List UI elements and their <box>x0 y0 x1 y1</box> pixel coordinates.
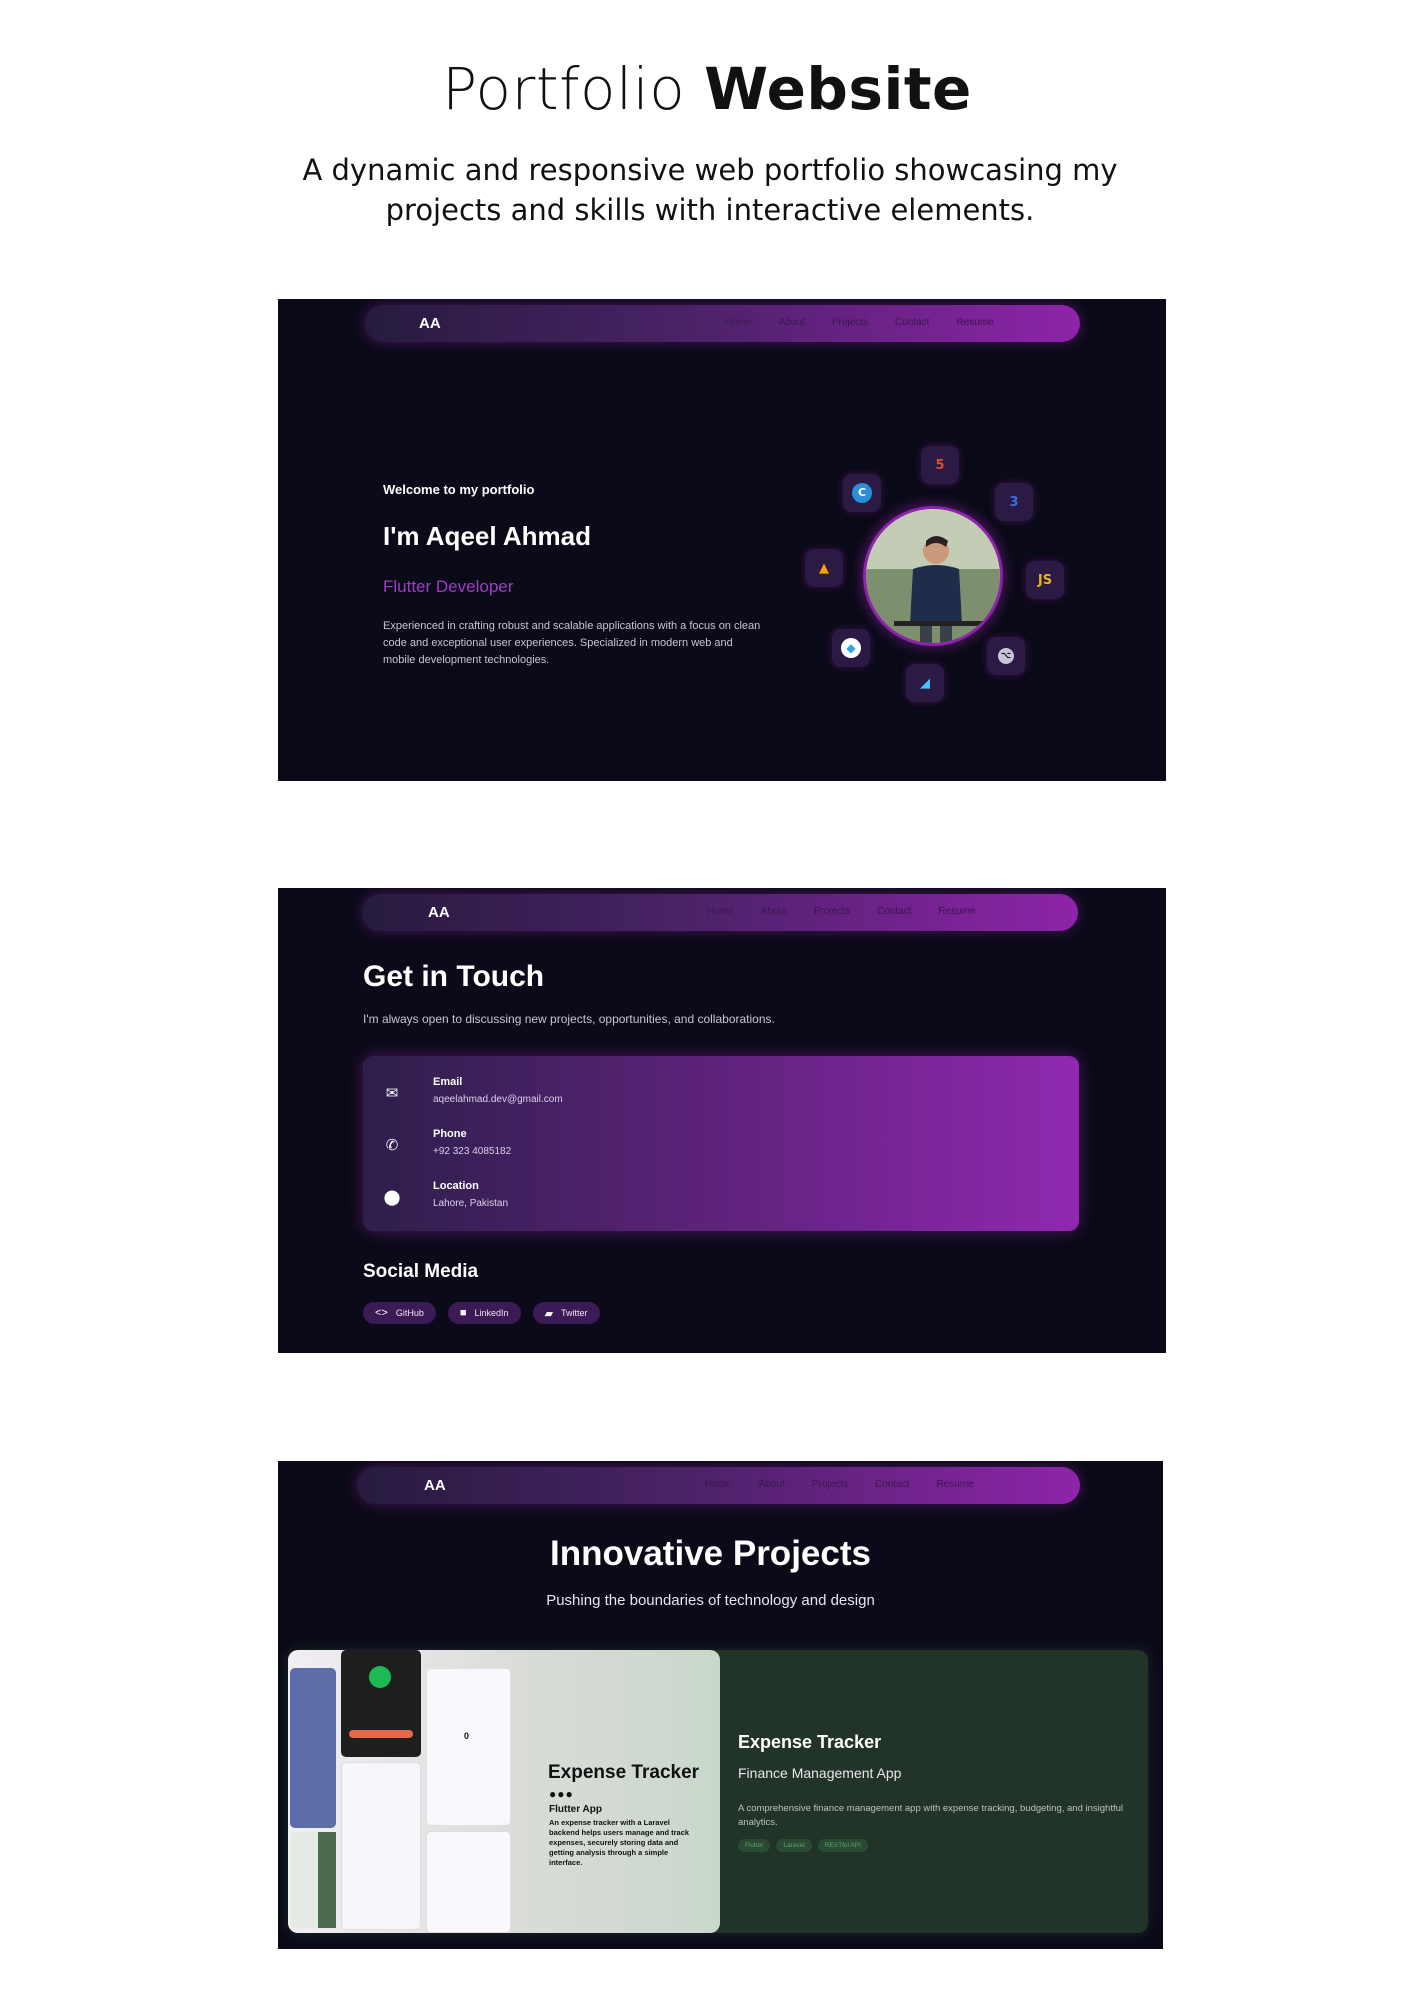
logo[interactable]: AA <box>428 904 450 921</box>
image-project-description: An expense tracker with a Laravel backen… <box>549 1818 690 1867</box>
chat-icon: ▰ <box>544 1307 554 1320</box>
social-title: Social Media <box>363 1261 479 1282</box>
nav-contact[interactable]: Contact <box>875 1479 909 1490</box>
nav-resume[interactable]: Resume <box>938 906 975 917</box>
linkedin-label: LinkedIn <box>474 1308 509 1318</box>
social-links: <> GitHub ■ LinkedIn ▰ Twitter <box>363 1302 600 1324</box>
project-kind: Finance Management App <box>738 1765 902 1781</box>
hero-role: Flutter Developer <box>383 577 514 596</box>
contact-email-label: Email <box>433 1076 463 1088</box>
nav-home[interactable]: Home <box>725 317 752 328</box>
contact-subtitle: I'm always open to discussing new projec… <box>363 1012 775 1026</box>
contact-screenshot: AA Home About Projects Contact Resume Ge… <box>278 888 1166 1353</box>
tag-flutter: Flutter <box>738 1839 771 1852</box>
dart-icon: ◆ <box>832 629 870 667</box>
mail-icon: ✉ <box>385 1085 399 1102</box>
nav-projects[interactable]: Projects <box>832 317 868 328</box>
flutter-icon: ◢ <box>906 664 944 702</box>
project-description: A comprehensive finance management app w… <box>738 1803 1123 1828</box>
contact-email-value: aqeelahmad.dev@gmail.com <box>433 1094 563 1105</box>
image-project-title: Expense Tracker <box>548 1762 700 1783</box>
project-tags: Flutter Laravel RESTful API <box>738 1839 868 1852</box>
twitter-label: Twitter <box>561 1308 588 1318</box>
tag-laravel: Laravel <box>776 1839 812 1852</box>
phone-icon: ✆ <box>385 1137 399 1154</box>
firebase-icon: ▲ <box>805 549 843 587</box>
github-icon: ⌥ <box>987 637 1025 675</box>
nav-resume[interactable]: Resume <box>956 317 993 328</box>
nav-resume[interactable]: Resume <box>936 1479 973 1490</box>
logo[interactable]: AA <box>419 315 441 332</box>
linkedin-button[interactable]: ■ LinkedIn <box>447 1302 521 1324</box>
nav-links: Home About Projects Contact Resume <box>725 317 994 328</box>
code-icon: <> <box>375 1307 388 1319</box>
nav-contact[interactable]: Contact <box>895 317 929 328</box>
nav-projects[interactable]: Projects <box>812 1479 848 1490</box>
project-card[interactable]: 0 Expense Tracker ●●● Flutter App An exp… <box>288 1650 1148 1933</box>
nav-links: Home About Projects Contact Resume <box>705 1479 974 1490</box>
hero-name: I'm Aqeel Ahmad <box>383 521 591 551</box>
github-label: GitHub <box>395 1308 424 1318</box>
app-screen-add-transaction: 0 <box>426 1668 511 1826</box>
contact-card: ✉ Email aqeelahmad.dev@gmail.com ✆ Phone… <box>363 1056 1079 1231</box>
contact-location-label: Location <box>433 1180 479 1192</box>
welcome-text: Welcome to my portfolio <box>383 482 535 497</box>
nav-links: Home About Projects Contact Resume <box>707 906 976 917</box>
twitter-button[interactable]: ▰ Twitter <box>532 1302 600 1324</box>
nav-about[interactable]: About <box>761 906 787 917</box>
app-screen-expense-home <box>341 1762 421 1930</box>
navbar: AA Home About Projects Contact Resume <box>357 1467 1080 1504</box>
contact-phone-label: Phone <box>433 1128 467 1140</box>
contact-title: Get in Touch <box>363 960 545 993</box>
nav-about[interactable]: About <box>779 317 805 328</box>
nav-about[interactable]: About <box>759 1479 785 1490</box>
projects-title: Innovative Projects <box>550 1534 871 1573</box>
navbar: AA Home About Projects Contact Resume <box>362 894 1078 931</box>
page-subtitle: A dynamic and responsive web portfolio s… <box>302 153 1118 227</box>
css3-icon: 3 <box>995 483 1033 521</box>
app-screen-wallet <box>290 1668 336 1828</box>
hero-screenshot: AA Home About Projects Contact Resume We… <box>278 299 1166 781</box>
c-language-icon: C <box>843 474 881 512</box>
projects-screenshot: AA Home About Projects Contact Resume In… <box>278 1461 1163 1949</box>
javascript-icon: JS <box>1026 561 1064 599</box>
projects-subtitle: Pushing the boundaries of technology and… <box>546 1592 875 1609</box>
app-screen-green <box>290 1832 336 1928</box>
contact-location-value: Lahore, Pakistan <box>433 1198 509 1209</box>
project-image: 0 Expense Tracker ●●● Flutter App An exp… <box>288 1650 720 1933</box>
html5-icon: 5 <box>921 446 959 484</box>
tag-restful-api: RESTful API <box>817 1839 868 1852</box>
contact-phone-value: +92 323 4085182 <box>433 1146 512 1157</box>
nav-home[interactable]: Home <box>705 1479 732 1490</box>
page-title-bold: Website <box>704 55 972 123</box>
page-title: Portfolio Website <box>0 55 1414 123</box>
profile-photo <box>863 506 1003 646</box>
navbar: AA Home About Projects Contact Resume <box>365 305 1080 342</box>
location-pin-icon: ⬤ <box>383 1189 401 1206</box>
image-dots: ●●● <box>549 1787 574 1801</box>
app-screen-categories <box>426 1831 511 1933</box>
project-name: Expense Tracker <box>738 1732 882 1752</box>
nav-contact[interactable]: Contact <box>877 906 911 917</box>
nav-projects[interactable]: Projects <box>814 906 850 917</box>
app-screen-spotify <box>341 1650 421 1757</box>
briefcase-icon: ■ <box>459 1307 467 1319</box>
page-title-light: Portfolio <box>442 55 686 123</box>
logo[interactable]: AA <box>424 1477 446 1494</box>
nav-home[interactable]: Home <box>707 906 734 917</box>
hero-description: Experienced in crafting robust and scala… <box>383 620 761 666</box>
github-button[interactable]: <> GitHub <box>363 1302 436 1324</box>
image-project-type: Flutter App <box>549 1804 602 1815</box>
